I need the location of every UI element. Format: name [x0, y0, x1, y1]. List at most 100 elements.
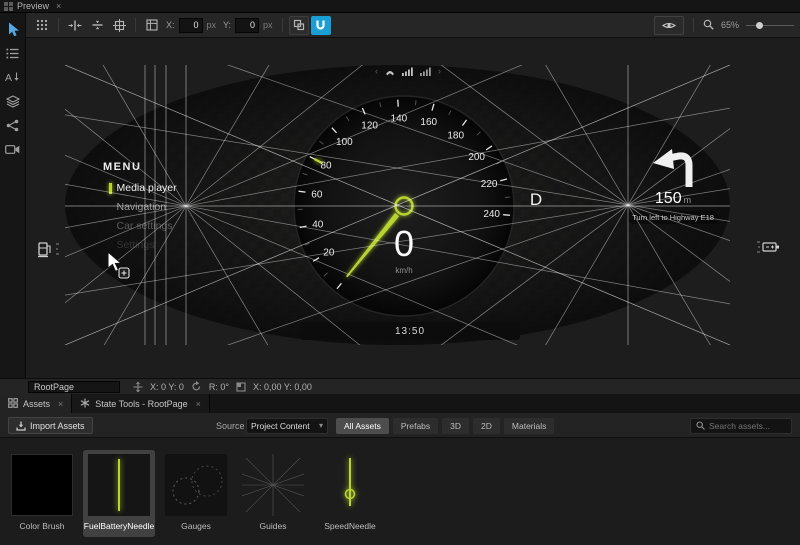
coords-value: X: 0,00 Y: 0,00	[253, 382, 312, 392]
snap-to-parent-button[interactable]	[289, 16, 309, 35]
tab-close-icon[interactable]: ×	[58, 399, 63, 409]
grid-view-button[interactable]	[32, 16, 52, 35]
zoom-slider-track	[746, 25, 794, 27]
tab-close-icon[interactable]: ×	[196, 399, 201, 409]
position-icon	[133, 382, 143, 392]
visibility-button[interactable]	[654, 16, 684, 35]
asset-speedneedle[interactable]: SpeedNeedle	[314, 450, 386, 537]
asset-guides[interactable]: Guides	[237, 450, 309, 537]
toolbar-right-group: 65%	[654, 16, 794, 35]
y-position-input[interactable]	[235, 18, 259, 33]
x-position-input[interactable]	[179, 18, 203, 33]
overlap-squares-icon	[293, 19, 305, 31]
camera-icon	[5, 144, 20, 157]
gauge-scale-label: 180	[447, 130, 464, 141]
asset-label: SpeedNeedle	[324, 521, 376, 531]
distribute-horizontal-button[interactable]	[65, 16, 85, 35]
text-tool[interactable]: A	[1, 68, 25, 88]
x-unit-label: px	[207, 20, 217, 30]
import-assets-button[interactable]: Import Assets	[8, 417, 93, 434]
menu-item-list: Media player Navigation Car settings Settin…	[97, 182, 177, 251]
center-in-parent-button[interactable]	[109, 16, 129, 35]
tab-label: Assets	[23, 399, 50, 409]
coords-icon	[236, 382, 246, 392]
gauge-tick	[503, 215, 510, 216]
filter-prefabs[interactable]: Prefabs	[393, 418, 438, 434]
layers-tool[interactable]	[1, 92, 25, 112]
speedneedle-thumbnail	[319, 454, 381, 516]
source-label: Source	[216, 421, 245, 431]
cluster-menu-item: Settings	[109, 239, 177, 251]
asset-fuelbatteryneedle[interactable]: FuelBatteryNeedle	[83, 450, 155, 537]
nodes-icon	[6, 119, 19, 134]
filter-materials[interactable]: Materials	[504, 418, 554, 434]
speed-unit: km/h	[395, 266, 412, 275]
gear-indicator: D	[524, 190, 548, 210]
panel-icon	[4, 2, 13, 11]
preview-panel-titlebar: Preview ×	[0, 0, 800, 13]
cluster-menu-item: Car settings	[109, 220, 177, 232]
assets-toolbar: Import Assets Source Project Content ▾ A…	[0, 413, 800, 438]
gauge-scale-label: 220	[481, 179, 498, 190]
panel-tab-assets[interactable]: Assets ×	[0, 394, 72, 413]
asset-search-box[interactable]	[690, 418, 792, 434]
anchors-button[interactable]	[142, 16, 162, 35]
cluster-menu-item: Navigation	[109, 201, 177, 213]
center-icon	[113, 19, 126, 32]
camera-tool[interactable]	[1, 140, 25, 160]
tab-label: State Tools - RootPage	[95, 399, 187, 409]
speed-value: 0	[394, 223, 414, 264]
source-select[interactable]: Project Content ▾	[246, 418, 328, 434]
menu-item-label: Navigation	[117, 201, 167, 213]
menu-title: MENU	[103, 161, 177, 173]
distribute-vertical-icon	[92, 18, 103, 32]
filter-3d[interactable]: 3D	[442, 418, 469, 434]
cluster-artboard[interactable]: 0 km/h 20406080100120140160180200220240 …	[65, 65, 730, 345]
rotation-value: R: 0°	[209, 382, 229, 392]
current-page-field[interactable]: RootPage	[28, 381, 120, 393]
connections-tool[interactable]	[1, 116, 25, 136]
asset-gauges[interactable]: Gauges	[160, 450, 232, 537]
mouse-cursor	[106, 251, 132, 279]
gauge-scale-label: 40	[312, 219, 324, 230]
fuel-gauge-icon	[36, 238, 62, 262]
application-window: Preview × X: px Y: px	[0, 0, 800, 545]
filter-all-assets[interactable]: All Assets	[336, 418, 389, 434]
select-tool[interactable]	[1, 20, 25, 40]
chevron-right-icon: ›	[438, 67, 441, 76]
zoom-slider[interactable]	[746, 20, 794, 30]
cursor-icon	[6, 22, 20, 39]
assets-panel: Color Brush FuelBatteryNeedleGaugesGuides…	[0, 438, 800, 545]
menu-active-bar	[109, 202, 112, 213]
nav-distance-value: 150	[655, 190, 682, 207]
snap-magnet-button[interactable]	[311, 16, 331, 35]
zoom-icon	[703, 19, 714, 32]
import-icon	[16, 421, 26, 431]
menu-item-label: Settings	[117, 239, 155, 251]
menu-item-label: Car settings	[117, 220, 173, 232]
list-tool[interactable]	[1, 44, 25, 64]
nav-distance-unit: m	[684, 195, 692, 205]
nav-distance: 150m	[613, 190, 733, 208]
toolbar-separator	[58, 18, 59, 32]
cluster-status-icons: ‹ ›	[340, 67, 476, 76]
asset-label: Color Brush	[20, 521, 65, 531]
distribute-vertical-button[interactable]	[87, 16, 107, 35]
menu-active-bar	[109, 240, 112, 251]
position-value: X: 0 Y: 0	[150, 382, 184, 392]
menu-item-label: Media player	[117, 182, 177, 194]
speedometer-gauge: 0 km/h 20406080100120140160180200220240	[284, 86, 524, 326]
distribute-horizontal-icon	[68, 20, 82, 31]
gauge-scale-label: 80	[320, 161, 332, 172]
network-bars-icon	[420, 67, 431, 76]
gauge-scale-label: 160	[420, 117, 437, 128]
design-canvas[interactable]: 0 km/h 20406080100120140160180200220240 …	[26, 38, 800, 378]
filter-2d[interactable]: 2D	[473, 418, 500, 434]
nav-instruction: Turn left to Highway E18	[627, 211, 719, 224]
assets-grid: Color Brush FuelBatteryNeedleGaugesGuides…	[6, 450, 386, 537]
zoom-slider-thumb[interactable]	[756, 22, 763, 29]
asset-color-brush[interactable]: Color Brush	[6, 450, 78, 537]
panel-close-icon[interactable]: ×	[56, 1, 61, 11]
panel-tab-state-tools-rootpage[interactable]: State Tools - RootPage ×	[72, 394, 210, 413]
search-input[interactable]	[709, 421, 786, 431]
